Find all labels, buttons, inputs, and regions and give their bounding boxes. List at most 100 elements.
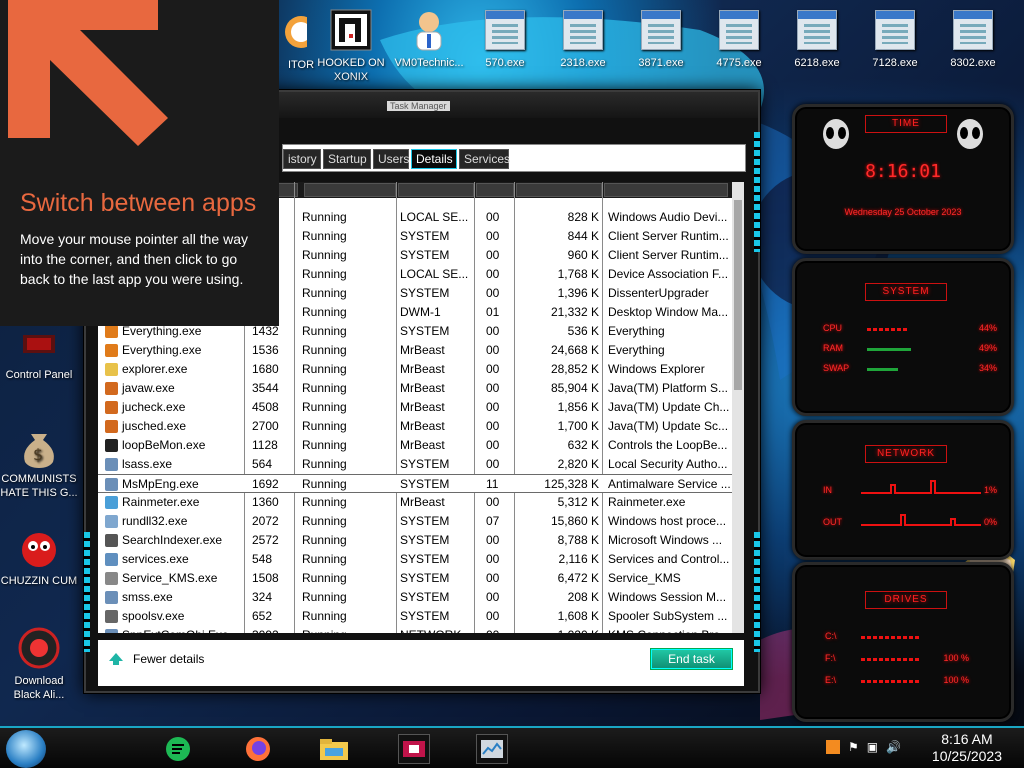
desktop-icon-2318[interactable]: 2318.exe (544, 8, 622, 70)
desktop-icon-vm0technic[interactable]: VM0Technic... (390, 8, 468, 70)
alien-head-icon (823, 119, 849, 149)
vertical-scrollbar[interactable] (732, 182, 744, 633)
clock-date: Wednesday 25 October 2023 (844, 207, 962, 217)
desktop-icon-label: 4775.exe (716, 57, 762, 69)
process-status: Running (302, 286, 347, 300)
process-name-cell: jusched.exe (105, 417, 241, 436)
desktop-icon-communists[interactable]: $ COMMUNISTS HATE THIS G... (0, 424, 78, 500)
tab-details[interactable]: Details (411, 149, 457, 169)
chuzzle-icon (17, 526, 61, 570)
process-pid: 4508 (252, 400, 279, 414)
table-row[interactable]: rundll32.exe 2072 Running SYSTEM 07 15,860 K W… (98, 512, 744, 531)
volume-icon[interactable]: 🔊 (886, 740, 901, 754)
table-row[interactable]: Everything.exe 1536 Running MrBeast 00 24,668… (98, 341, 744, 360)
process-description: Windows host proce... (608, 514, 727, 528)
column-header-cpu[interactable] (476, 183, 514, 197)
table-row[interactable]: explorer.exe 1680 Running MrBeast 00 28,852 K… (98, 360, 744, 379)
scrollbar-thumb[interactable] (734, 200, 742, 390)
table-row[interactable]: services.exe 548 Running SYSTEM 00 2,116 K Ser… (98, 550, 744, 569)
desktop-icon-3871[interactable]: 3871.exe (622, 8, 700, 70)
fewer-details-label: Fewer details (133, 652, 205, 666)
taskbar-clock[interactable]: 8:16 AM 10/25/2023 (932, 731, 1002, 765)
end-task-button[interactable]: End task (650, 648, 733, 670)
process-description: Controls the LoopBe... (608, 438, 728, 452)
column-header-status[interactable] (304, 183, 396, 197)
process-icon (105, 629, 118, 633)
process-status: Running (302, 514, 347, 528)
tab-users[interactable]: Users (373, 149, 409, 169)
exe-icon (717, 8, 761, 52)
table-row[interactable]: SppExtComObj.Exe 3092 Running NETWORK ... 00… (98, 626, 744, 633)
desktop-icon-7128[interactable]: 7128.exe (856, 8, 934, 70)
process-status: Running (302, 324, 347, 338)
process-name: spoolsv.exe (122, 609, 185, 623)
process-name: SppExtComObj.Exe (122, 626, 229, 633)
network-icon[interactable]: ▣ (867, 740, 878, 754)
tab-app-history[interactable]: istory (283, 149, 321, 169)
explorer-icon[interactable] (318, 734, 350, 764)
process-user: SYSTEM (400, 514, 450, 528)
desktop-icon-label: HOOKED ON XONIX (317, 57, 385, 83)
process-cpu: 00 (486, 248, 500, 262)
process-icon (105, 439, 118, 452)
taskbar: ⚑ ▣ 🔊 8:16 AM 10/25/2023 (0, 726, 1024, 768)
column-header-description[interactable] (604, 183, 728, 197)
desktop-icon-hooked-on-xonix[interactable]: HOOKED ON XONIX (312, 8, 390, 84)
process-cpu: 00 (486, 457, 500, 471)
table-row[interactable]: lsass.exe 564 Running SYSTEM 00 2,820 K Local … (98, 455, 744, 474)
table-row[interactable]: jucheck.exe 4508 Running MrBeast 00 1,856 K Ja… (98, 398, 744, 417)
fewer-details-button[interactable]: Fewer details (108, 652, 204, 666)
desktop-icon-4775[interactable]: 4775.exe (700, 8, 778, 70)
process-memory: 85,904 K (550, 381, 599, 395)
table-row[interactable]: Rainmeter.exe 1360 Running MrBeast 00 5,312 K… (98, 493, 744, 512)
notes-icon[interactable] (162, 734, 194, 764)
process-cpu: 00 (486, 210, 500, 224)
network-in-label: IN (823, 485, 832, 495)
process-cpu: 01 (486, 305, 500, 319)
desktop-icon-control-panel[interactable]: Control Panel (0, 326, 78, 382)
process-name-cell: loopBeMon.exe (105, 436, 241, 455)
process-cpu: 00 (486, 609, 500, 623)
desktop-icon-label: 2318.exe (560, 57, 606, 69)
process-description: Client Server Runtim... (608, 229, 729, 243)
process-memory: 1,020 K (518, 626, 599, 633)
process-description: Java(TM) Platform S... (608, 381, 729, 395)
process-memory: 1,396 K (557, 286, 599, 300)
process-name-cell: Service_KMS.exe (105, 569, 241, 588)
process-description: Services and Control... (608, 552, 730, 566)
media-icon[interactable] (398, 734, 430, 764)
table-row[interactable]: Service_KMS.exe 1508 Running SYSTEM 00 6,472 … (98, 569, 744, 588)
process-memory: 1,608 K (557, 609, 599, 623)
table-row[interactable]: spoolsv.exe 652 Running SYSTEM 00 1,608 K Spoo… (98, 607, 744, 626)
rainmeter-drives-widget: DRIVES C:\ F:\ 100 % E:\ 100 % (792, 562, 1014, 722)
desktop-icon-6218[interactable]: 6218.exe (778, 8, 856, 70)
desktop-icon-8302[interactable]: 8302.exe (934, 8, 1012, 70)
table-row[interactable]: smss.exe 324 Running SYSTEM 00 208 K Windows S… (98, 588, 744, 607)
table-row[interactable]: SearchIndexer.exe 2572 Running SYSTEM 00 8,78… (98, 531, 744, 550)
process-cpu: 00 (486, 495, 500, 509)
doctor-icon (407, 8, 451, 52)
column-header-memory[interactable] (516, 183, 602, 197)
process-pid: 1508 (252, 571, 279, 585)
flag-icon[interactable]: ⚑ (848, 740, 859, 754)
window-title: Task Manager (387, 101, 450, 111)
process-name: explorer.exe (122, 362, 188, 376)
desktop-icon-570[interactable]: 570.exe (466, 8, 544, 70)
start-button[interactable] (6, 730, 46, 768)
desktop-icon-download-black-ali[interactable]: Download Black Ali... (0, 626, 78, 702)
tray-app-icon[interactable] (826, 740, 840, 754)
svg-text:$: $ (33, 445, 43, 464)
desktop-icon-chuzzin[interactable]: CHUZZIN CUM (0, 526, 78, 588)
table-row[interactable]: MsMpEng.exe 1692 Running SYSTEM 11 125,328 K A… (98, 474, 744, 493)
table-row[interactable]: loopBeMon.exe 1128 Running MrBeast 00 632 K Co… (98, 436, 744, 455)
firefox-icon[interactable] (242, 734, 274, 764)
process-icon (105, 478, 118, 491)
process-status: Running (302, 533, 347, 547)
tab-startup[interactable]: Startup (323, 149, 371, 169)
table-row[interactable]: jusched.exe 2700 Running MrBeast 00 1,700 K Ja… (98, 417, 744, 436)
process-pid: 652 (252, 609, 273, 623)
column-header-user[interactable] (398, 183, 474, 197)
tab-services[interactable]: Services (459, 149, 510, 169)
task-manager-icon[interactable] (476, 734, 508, 764)
table-row[interactable]: javaw.exe 3544 Running MrBeast 00 85,904 K Jav… (98, 379, 744, 398)
